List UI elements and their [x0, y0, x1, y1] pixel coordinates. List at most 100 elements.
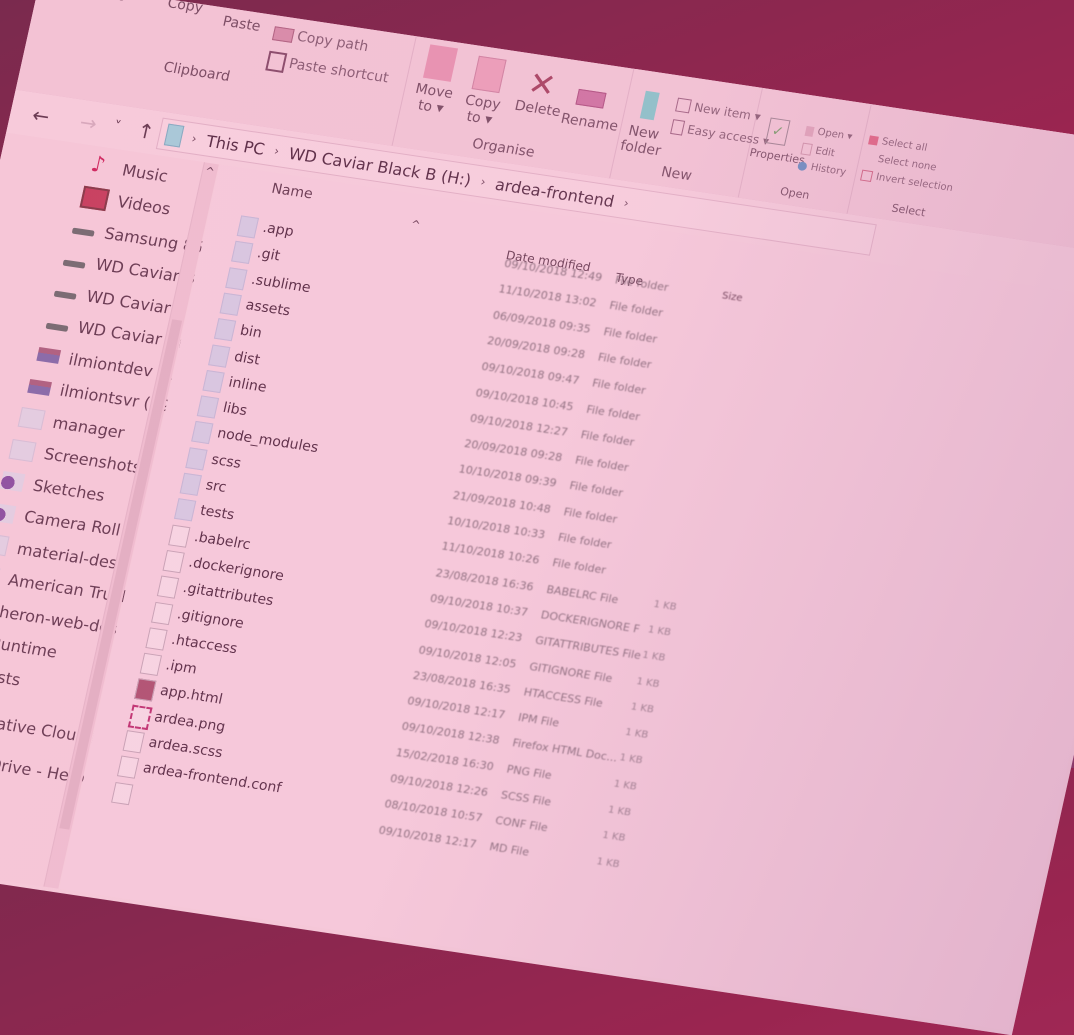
videos-icon	[79, 185, 111, 211]
paste-shortcut-icon	[265, 50, 288, 73]
copy-path-button[interactable]: Copy path	[271, 25, 370, 55]
folder-icon	[185, 446, 208, 471]
file-size: 1 KB	[595, 855, 621, 870]
easy-access-icon	[670, 119, 686, 136]
rename-button[interactable]: Rename	[559, 79, 620, 135]
image-file-icon	[127, 704, 153, 730]
file-icon	[168, 524, 191, 548]
synced-folder-icon	[0, 471, 26, 492]
folder-icon	[191, 421, 214, 445]
file-name: tests	[198, 502, 236, 524]
folder-icon	[213, 318, 237, 342]
file-name: .ipm	[164, 657, 199, 678]
invert-selection-button[interactable]: Invert selection	[860, 169, 954, 194]
file-icon	[156, 575, 180, 599]
recent-locations-button[interactable]: ˅	[112, 119, 122, 136]
copy-button[interactable]: Copy	[166, 0, 205, 16]
file-explorer-window: access Copy Paste Copy path Paste shortc…	[0, 0, 1074, 1035]
open-button[interactable]: Open ▾	[804, 125, 853, 143]
network-drive-icon	[26, 378, 52, 396]
file-type: File folder	[551, 556, 608, 578]
breadcrumb-folder[interactable]: ardea-frontend	[493, 174, 616, 210]
file-type: File folder	[596, 350, 653, 372]
file-name: ardea.png	[152, 708, 227, 736]
file-name: .gitignore	[175, 605, 246, 632]
scroll-up-icon[interactable]: ^	[204, 165, 216, 179]
file-icon	[145, 627, 168, 651]
column-header-name[interactable]: Name	[270, 181, 314, 203]
delete-button[interactable]: ✕ Delete	[513, 64, 567, 120]
file-name: app.html	[158, 683, 225, 709]
sidebar-item-label: tests	[0, 664, 23, 690]
file-icon	[139, 652, 163, 677]
history-button[interactable]: History	[796, 160, 847, 178]
network-drive-icon	[35, 346, 61, 364]
file-size: 1 KB	[612, 778, 638, 793]
file-icon	[162, 549, 185, 574]
new-item-icon	[675, 97, 692, 114]
file-type: MD File	[488, 839, 531, 859]
folder-icon	[0, 564, 1, 588]
sidebar-item-label: Videos	[115, 192, 173, 219]
file-name: inline	[227, 374, 269, 396]
pin-to-quick-access-button[interactable]: access	[77, 0, 127, 5]
folder-icon	[179, 472, 202, 496]
folder-icon	[17, 406, 46, 431]
select-all-button[interactable]: Select all	[868, 134, 928, 154]
properties-icon: ✓	[765, 117, 791, 146]
breadcrumb-this-pc[interactable]: This PC	[205, 131, 267, 158]
properties-button[interactable]: ✓ Properties	[748, 116, 806, 168]
folder-icon	[219, 292, 242, 316]
music-icon: ♪	[88, 151, 108, 179]
ribbon-group-new: New folder New item ▾ Easy access ▾ New	[609, 68, 771, 198]
paste-button[interactable]: Paste	[221, 14, 262, 35]
folder-icon	[236, 215, 260, 239]
edit-icon	[800, 142, 813, 156]
folder-icon	[225, 266, 248, 291]
html-file-icon	[133, 678, 157, 702]
sidebar-item-label: Sketches	[31, 475, 107, 505]
drive-icon	[62, 259, 87, 269]
file-type: File folder	[585, 402, 642, 423]
file-type: CONF File	[493, 813, 550, 835]
up-button[interactable]: ↑	[135, 118, 157, 144]
file-type: File folder	[573, 453, 630, 475]
file-name: dist	[232, 348, 262, 368]
chevron-right-icon: ›	[622, 195, 631, 211]
move-to-button[interactable]: Move to ▾	[409, 44, 464, 118]
file-name: src	[204, 477, 228, 496]
folder-icon	[208, 344, 231, 368]
file-name: .htaccess	[169, 631, 239, 658]
file-type: File folder	[608, 299, 665, 320]
file-size: 1 KB	[635, 675, 661, 690]
new-folder-button[interactable]: New folder	[619, 89, 673, 159]
file-type: File folder	[562, 505, 619, 526]
folder-icon	[173, 498, 197, 522]
file-size: 1 KB	[624, 726, 650, 742]
sidebar-item-label: Music	[120, 160, 170, 186]
file-name: assets	[244, 297, 292, 320]
file-type: File folder	[579, 427, 636, 449]
sidebar-item-label: manager	[51, 412, 127, 442]
file-type: PNG File	[505, 762, 554, 782]
paste-shortcut-button[interactable]: Paste shortcut	[265, 50, 390, 89]
file-name: libs	[221, 400, 249, 420]
copy-to-button[interactable]: Copy to ▾	[458, 55, 513, 129]
drive-icon	[45, 322, 69, 332]
file-type: BABELRC File	[545, 582, 620, 606]
folder-icon	[196, 395, 220, 419]
forward-button[interactable]: →	[78, 110, 100, 136]
file-type: IPM File	[516, 711, 561, 730]
file-name: .git	[255, 245, 282, 265]
folder-icon	[230, 241, 254, 265]
select-none-button[interactable]: Select none	[864, 152, 938, 173]
file-type: File folder	[556, 530, 613, 552]
file-icon	[151, 601, 174, 625]
back-button[interactable]: ←	[30, 103, 52, 129]
file-type: File folder	[568, 479, 625, 501]
file-size: 1 KB	[652, 598, 678, 613]
sidebar-item-label: Runtime	[0, 633, 59, 662]
file-name: bin	[238, 322, 264, 342]
ribbon-group-label: Clipboard	[161, 59, 232, 85]
new-item-button[interactable]: New item ▾	[675, 97, 762, 124]
